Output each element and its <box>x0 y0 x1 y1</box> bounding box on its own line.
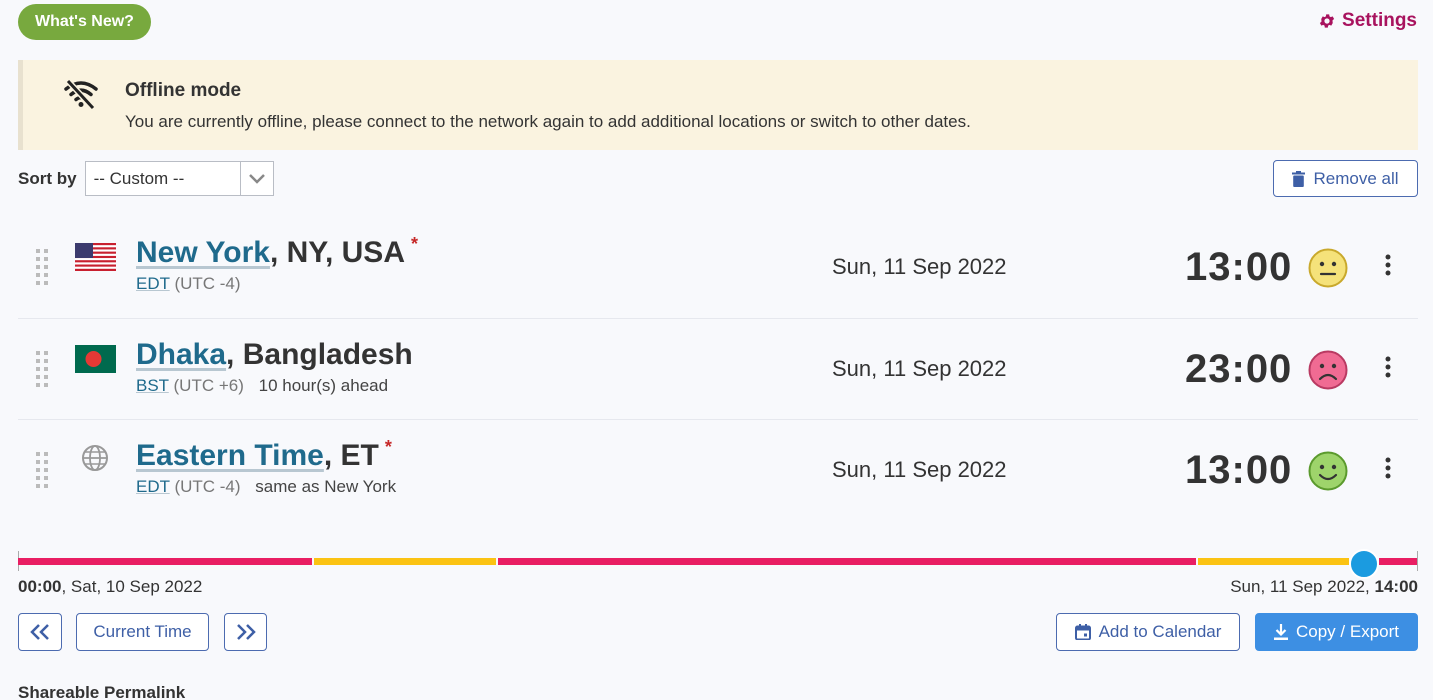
drag-handle-icon[interactable] <box>35 351 49 387</box>
location-date: Sun, 11 Sep 2022 <box>832 356 1007 381</box>
location-row: New York, NY, USA * EDT (UTC -4) Sun, 11 … <box>18 217 1418 317</box>
settings-link[interactable]: Settings <box>1318 8 1417 34</box>
chevron-down-icon <box>239 162 273 195</box>
city-link[interactable]: Dhaka <box>136 338 226 371</box>
more-options-icon[interactable] <box>1384 456 1392 480</box>
location-row: Eastern Time, ET * EDT (UTC -4) same as N… <box>18 419 1418 519</box>
timeline-slider[interactable] <box>18 549 1418 579</box>
add-to-calendar-label: Add to Calendar <box>1098 622 1222 641</box>
permalink-heading: Shareable Permalink <box>18 683 186 700</box>
previous-day-button[interactable] <box>18 613 62 651</box>
download-icon <box>1274 624 1288 640</box>
more-options-icon[interactable] <box>1384 355 1392 379</box>
location-name: Dhaka, Bangladesh <box>136 338 413 372</box>
bangladesh-flag-icon <box>75 345 116 373</box>
offline-banner: Offline mode You are currently offline, … <box>18 60 1418 150</box>
primary-marker: * <box>410 234 418 254</box>
copy-export-button[interactable]: Copy / Export <box>1255 613 1418 651</box>
globe-icon <box>82 445 108 471</box>
timeline-end-time: 14:00 <box>1374 577 1418 596</box>
location-date: Sun, 11 Sep 2022 <box>832 254 1007 279</box>
timezone-line: EDT (UTC -4) <box>136 274 241 294</box>
drag-handle-icon[interactable] <box>35 452 49 488</box>
location-date: Sun, 11 Sep 2022 <box>832 457 1007 482</box>
relative-offset: same as New York <box>255 477 397 496</box>
sort-select-value: -- Custom -- <box>93 168 185 188</box>
offline-title: Offline mode <box>125 80 242 101</box>
city-link[interactable]: New York <box>136 236 270 269</box>
timeline-start-time: 00:00 <box>18 577 62 596</box>
timezone-line: BST (UTC +6) 10 hour(s) ahead <box>136 376 388 396</box>
timeline-segment-bad <box>498 558 1196 565</box>
sad-face-icon <box>1308 350 1348 390</box>
current-time-button[interactable]: Current Time <box>76 613 209 651</box>
happy-face-icon <box>1308 451 1348 491</box>
whats-new-button[interactable]: What's New? <box>18 4 151 40</box>
timeline-segment-ok <box>314 558 496 565</box>
sort-select[interactable]: -- Custom -- <box>84 161 274 196</box>
us-flag-icon <box>75 243 116 271</box>
remove-all-label: Remove all <box>1313 168 1399 188</box>
tz-abbr-link[interactable]: EDT <box>136 274 170 293</box>
timeline-segment-ok <box>1198 558 1349 565</box>
gear-icon <box>1319 14 1335 28</box>
tz-abbr-link[interactable]: EDT <box>136 477 170 496</box>
trash-icon <box>1292 170 1306 187</box>
timeline-start-date: , Sat, 10 Sep 2022 <box>61 577 203 596</box>
location-name: New York, NY, USA * <box>136 234 418 270</box>
location-time: 13:00 <box>1185 245 1293 289</box>
add-to-calendar-button[interactable]: Add to Calendar <box>1056 613 1240 651</box>
tz-abbr-link[interactable]: BST <box>136 376 169 395</box>
double-chevron-right-icon <box>236 624 256 640</box>
primary-marker: * <box>384 437 392 457</box>
region-text: , ET <box>323 439 379 472</box>
double-chevron-left-icon <box>30 624 49 640</box>
copy-export-label: Copy / Export <box>1296 622 1399 641</box>
calendar-icon <box>1074 624 1091 640</box>
remove-all-button[interactable]: Remove all <box>1273 160 1418 197</box>
sort-label: Sort by <box>18 168 77 188</box>
location-time: 23:00 <box>1185 347 1293 391</box>
more-options-icon[interactable] <box>1384 253 1392 277</box>
neutral-face-icon <box>1308 248 1348 288</box>
settings-label: Settings <box>1342 10 1417 31</box>
timeline-segment-bad <box>1379 558 1418 565</box>
offline-message: You are currently offline, please connec… <box>125 112 971 131</box>
timeline-start-label: 00:00, Sat, 10 Sep 2022 <box>18 577 202 597</box>
relative-offset: 10 hour(s) ahead <box>258 376 389 395</box>
timezone-line: EDT (UTC -4) same as New York <box>136 477 396 497</box>
timeline-knob[interactable] <box>1349 549 1379 579</box>
timeline-segment-bad <box>18 558 312 565</box>
timeline-end-tick <box>1417 551 1418 571</box>
region-text: , NY, USA <box>269 236 405 269</box>
city-link[interactable]: Eastern Time <box>136 439 324 472</box>
timeline-end-date: Sun, 11 Sep 2022, <box>1230 577 1375 596</box>
drag-handle-icon[interactable] <box>35 249 49 285</box>
next-day-button[interactable] <box>224 613 267 651</box>
tz-utc: (UTC -4) <box>174 274 241 293</box>
tz-utc: (UTC -4) <box>174 477 241 496</box>
region-text: , Bangladesh <box>226 338 413 371</box>
wifi-off-icon <box>64 78 98 110</box>
tz-utc: (UTC +6) <box>173 376 244 395</box>
sort-control: Sort by -- Custom -- <box>18 161 274 196</box>
location-time: 13:00 <box>1185 448 1293 492</box>
timeline-end-label: Sun, 11 Sep 2022, 14:00 <box>1230 577 1418 597</box>
location-name: Eastern Time, ET * <box>136 437 392 473</box>
location-row: Dhaka, Bangladesh BST (UTC +6) 10 hour(s… <box>18 318 1418 418</box>
